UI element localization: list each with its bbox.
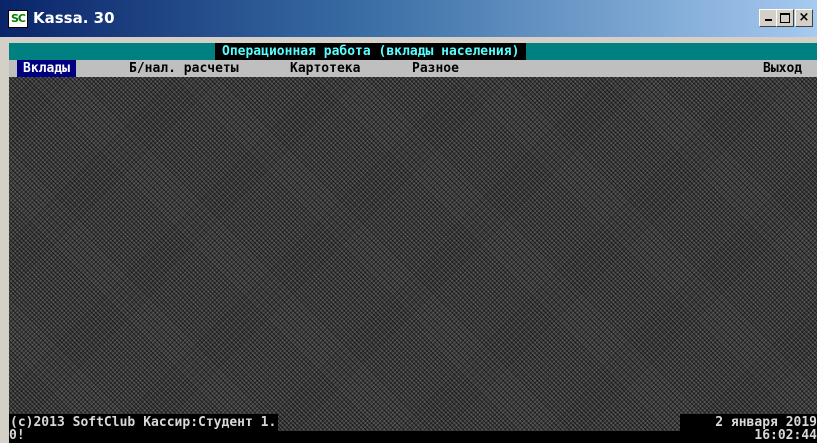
- maximize-button[interactable]: [776, 9, 794, 27]
- maximize-icon: [780, 13, 790, 23]
- menu-bar: Вклады Б/нал. расчеты Картотека Разное В…: [9, 60, 817, 77]
- app-window: SC Kassa. 30 × Операционная работа (вкла…: [0, 0, 817, 443]
- menu-item-deposits[interactable]: Вклады: [17, 60, 76, 77]
- menu-item-card-index[interactable]: Картотека: [284, 60, 366, 77]
- app-icon[interactable]: SC: [8, 10, 28, 28]
- status-bar: (c)2013 SoftClub Кассир:Студент 1.: [9, 414, 279, 431]
- menu-item-exit[interactable]: Выход: [757, 60, 808, 77]
- cashier-text: Кассир:Студент 1.: [143, 415, 277, 430]
- close-button[interactable]: ×: [795, 9, 813, 27]
- header-bar: Операционная работа (вклады населения): [9, 43, 817, 60]
- command-prompt[interactable]: 0!: [9, 429, 25, 443]
- menu-item-cashless-payments[interactable]: Б/нал. расчеты: [123, 60, 245, 77]
- close-icon: ×: [798, 10, 810, 25]
- clock-display: 16:02:44: [754, 428, 817, 443]
- copyright-text: (c)2013 SoftClub: [10, 415, 136, 430]
- minimize-button[interactable]: [759, 9, 777, 27]
- window-title: Kassa. 30: [33, 9, 115, 27]
- console-area: Операционная работа (вклады населения) В…: [9, 43, 817, 443]
- minimize-icon: [764, 19, 772, 21]
- command-line: [9, 431, 817, 443]
- screen-title: Операционная работа (вклады населения): [215, 43, 527, 60]
- title-bar[interactable]: SC Kassa. 30 ×: [0, 0, 817, 37]
- menu-item-misc[interactable]: Разное: [406, 60, 465, 77]
